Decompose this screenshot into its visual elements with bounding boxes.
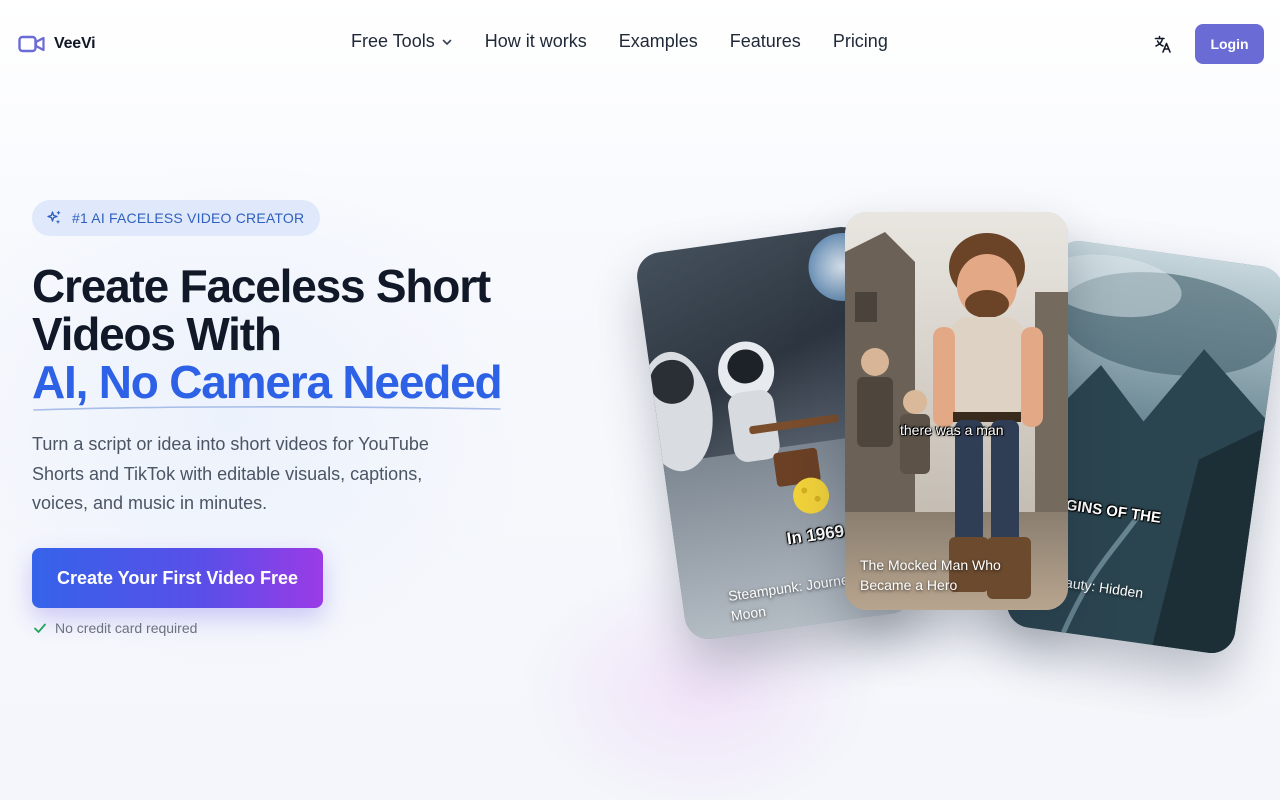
hero-title-line: Videos With [32,308,282,360]
video-card-title-line: Moon [729,603,767,624]
nav-item-features[interactable]: Features [730,31,801,52]
check-icon [34,623,46,633]
brand-logo[interactable]: VeeVi [18,30,96,58]
video-caption: there was a man [900,422,1004,438]
title-underline-decoration [33,406,501,411]
hero-badge-label: #1 AI FACELESS VIDEO CREATOR [72,210,305,226]
nav-item-label: Examples [618,31,698,51]
nav-item-free-tools[interactable]: Free Tools [351,31,453,52]
hero-badge: #1 AI FACELESS VIDEO CREATOR [32,200,321,236]
nav-item-label: How it works [484,31,587,51]
video-camera-icon [18,30,46,58]
nav-item-pricing[interactable]: Pricing [833,31,888,52]
note-text: No credit card required [55,620,198,636]
nav-item-label: Features [729,31,801,51]
video-card-title-line: The Mocked Man Who [860,557,1001,573]
hero-title-accent: AI, No Camera Needed [32,356,503,411]
language-switch-button[interactable] [1150,32,1176,56]
translate-icon [1154,35,1171,53]
main-nav: Free Tools How it works Examples Feature… [351,31,888,52]
video-card-title: The Mocked Man Who Became a Hero [860,555,1001,595]
example-video-card-middle[interactable]: there was a man The Mocked Man Who Becam… [845,212,1068,610]
hero-subtitle: Turn a script or idea into short videos … [32,434,429,513]
hero-title: Create Faceless Short Videos With AI, No… [32,260,592,411]
site-header: VeeVi Free Tools How it works Examples F… [0,0,1280,88]
hero-title-line: Create Faceless Short [32,260,491,312]
sparkles-icon [47,210,61,225]
nav-item-how-it-works[interactable]: How it works [485,31,587,52]
nav-item-examples[interactable]: Examples [619,31,698,52]
no-credit-card-note: No credit card required [33,620,197,636]
brand-name: VeeVi [54,35,96,52]
hero-title-accent-text: AI, No Camera Needed [32,356,503,408]
nav-item-label: Pricing [832,31,888,51]
create-first-video-button[interactable]: Create Your First Video Free [32,548,323,608]
video-card-title-line: Became a Hero [860,577,958,593]
chevron-down-icon [442,39,452,45]
login-button[interactable]: Login [1195,24,1264,64]
nav-item-label: Free Tools [351,31,435,51]
village-man-scene-image [845,212,1068,610]
